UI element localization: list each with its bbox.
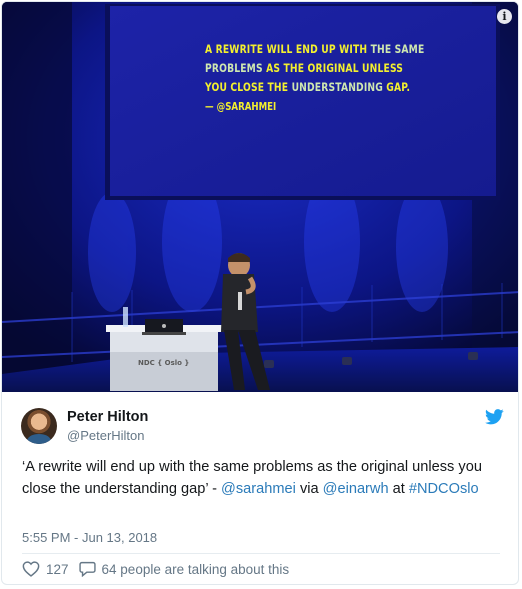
tweet-card: A rewrite will end up with the same prob… [1,1,519,585]
mention-link[interactable]: @sarahmei [221,481,296,497]
tweet-photo[interactable]: A rewrite will end up with the same prob… [2,2,518,392]
slide-line-1: A rewrite will end up with the same [205,40,424,59]
author-name[interactable]: Peter Hilton [67,409,148,425]
slide-credit: — @sarahmei [205,101,277,113]
slide-text: the same [370,43,425,56]
slide-text: as the original unless [266,62,404,75]
avatar[interactable] [21,408,57,444]
like-button[interactable]: 127 [22,561,69,577]
slide-text: understanding [291,81,387,94]
tweet-timestamp[interactable]: 5:55 PM - Jun 13, 2018 [22,530,157,545]
slide-line-3: you close the understanding gap. [205,78,418,97]
tweet-text: ‘A rewrite will end up with the same pro… [22,456,502,500]
author-handle[interactable]: @PeterHilton [67,428,145,443]
slide-line-2: problems as the original unless [205,59,418,78]
heart-icon [22,561,40,577]
hashtag-link[interactable]: #NDCOslo [409,481,479,497]
tweet-actions: 127 64 people are talking about this [22,558,289,580]
talking-count: 64 people are talking about this [101,561,290,577]
slide-text: problems [205,62,267,75]
twitter-bird-icon[interactable] [485,409,504,425]
info-icon[interactable]: i [497,9,512,24]
slide-text: A rewrite will end up with [205,43,371,56]
slide-text: you close the [205,81,292,94]
podium-sign: NDC { Oslo } [138,359,190,367]
slide-text: gap. [386,81,411,94]
mention-link[interactable]: @einarwh [323,481,389,497]
divider [22,553,500,554]
tweet-text-body: via [295,481,323,497]
like-count: 127 [46,561,69,577]
tweet-text-body: at [388,481,409,497]
speech-bubble-icon [78,561,96,577]
slide-quote: A rewrite will end up with the same prob… [205,40,424,97]
reply-conversation-button[interactable]: 64 people are talking about this [78,561,290,577]
